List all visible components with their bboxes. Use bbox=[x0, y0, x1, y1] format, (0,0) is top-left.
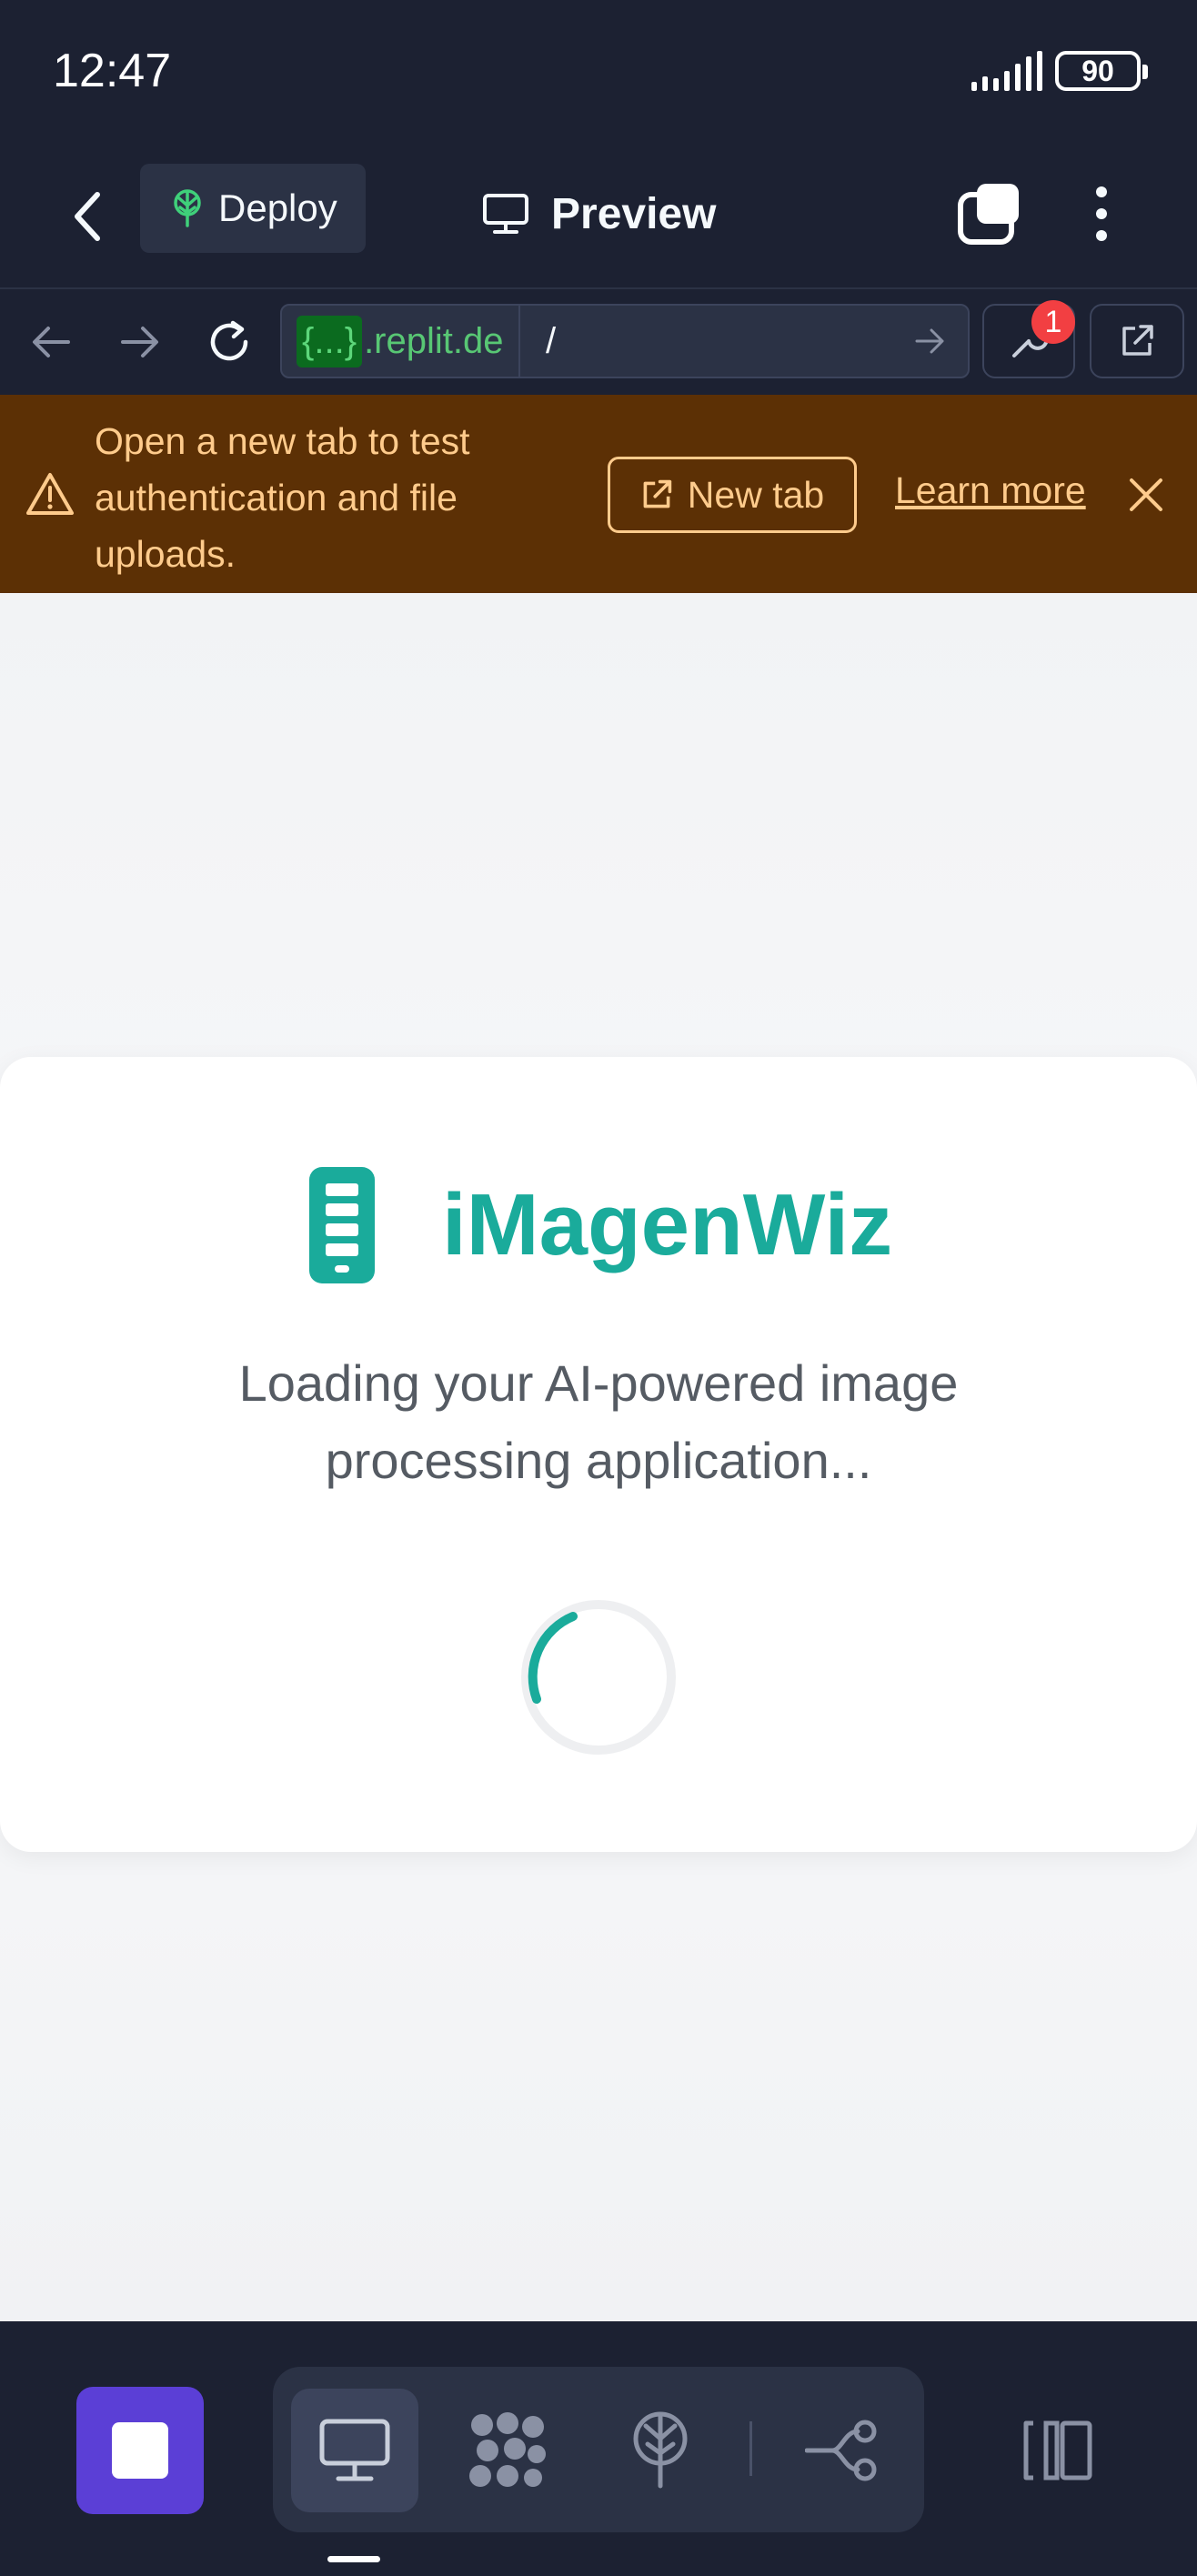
panel-toggle-button[interactable] bbox=[1002, 2387, 1112, 2514]
external-link-icon bbox=[1122, 325, 1153, 356]
git-branch-icon bbox=[805, 2420, 877, 2481]
deploy-button[interactable]: Deploy bbox=[140, 164, 366, 253]
loading-message: Loading your AI-powered image processing… bbox=[238, 1354, 959, 1489]
packages-icon bbox=[469, 2412, 546, 2487]
close-icon[interactable] bbox=[1126, 475, 1166, 515]
banner-message: Open a new tab to test authentication an… bbox=[95, 420, 470, 575]
deploy-tree-icon bbox=[633, 2411, 688, 2489]
url-host-chip: {...} bbox=[297, 315, 363, 367]
status-bar: 12:47 90 bbox=[0, 0, 1197, 146]
signal-icon bbox=[971, 51, 1042, 91]
chevron-left-icon bbox=[75, 192, 100, 241]
bottom-toolbar bbox=[0, 2321, 1197, 2576]
more-vertical-icon bbox=[1096, 186, 1107, 241]
workspace-header: Deploy Preview bbox=[0, 146, 1197, 289]
arrow-right-icon bbox=[121, 327, 158, 357]
nav-back-button[interactable] bbox=[24, 315, 78, 369]
battery-indicator: 90 bbox=[1055, 51, 1148, 91]
tab-preview[interactable] bbox=[291, 2389, 418, 2512]
arrow-right-icon[interactable] bbox=[911, 322, 950, 360]
tab-deployments[interactable] bbox=[597, 2389, 724, 2512]
preview-viewport: iMagenWiz Loading your AI-powered image … bbox=[0, 593, 1197, 2321]
page-title-text: Preview bbox=[551, 189, 717, 238]
reload-button[interactable] bbox=[202, 315, 256, 369]
learn-more-link[interactable]: Learn more bbox=[895, 469, 1086, 512]
deploy-label: Deploy bbox=[218, 186, 337, 229]
tool-tabs bbox=[273, 2367, 924, 2532]
open-external-button[interactable] bbox=[1090, 304, 1184, 378]
new-tab-button[interactable]: New tab bbox=[608, 457, 857, 533]
stop-button[interactable] bbox=[76, 2387, 204, 2514]
layers-button[interactable] bbox=[953, 173, 1026, 255]
app-brand: iMagenWiz bbox=[309, 1164, 892, 1286]
url-host: {...} .replit.de bbox=[282, 306, 520, 377]
tab-packages[interactable] bbox=[444, 2389, 571, 2512]
url-host-text: .replit.de bbox=[364, 320, 504, 361]
app-name: iMagenWiz bbox=[442, 1176, 893, 1273]
stop-icon bbox=[112, 2422, 168, 2479]
home-indicator bbox=[327, 2556, 380, 2562]
monitor-icon bbox=[483, 194, 528, 234]
status-time: 12:47 bbox=[53, 45, 172, 97]
webview-url-bar: {...} .replit.de / bbox=[0, 289, 1197, 395]
new-tab-label: New tab bbox=[687, 473, 825, 516]
devtools-badge: 1 bbox=[1031, 300, 1075, 344]
tab-divider bbox=[749, 2421, 752, 2476]
more-options-button[interactable] bbox=[1071, 173, 1132, 255]
tab-git[interactable] bbox=[779, 2389, 906, 2512]
deploy-tree-icon bbox=[174, 189, 201, 227]
auth-warning-banner: Open a new tab to test authentication an… bbox=[0, 395, 1197, 593]
nav-forward-button[interactable] bbox=[113, 315, 167, 369]
page-title: Preview bbox=[482, 173, 716, 255]
reload-icon bbox=[210, 320, 248, 361]
phone-logo-icon bbox=[309, 1167, 375, 1283]
back-button[interactable] bbox=[56, 182, 120, 251]
warning-icon bbox=[26, 473, 74, 515]
arrow-left-icon bbox=[33, 327, 70, 357]
monitor-icon bbox=[319, 2419, 390, 2481]
loading-card: iMagenWiz Loading your AI-powered image … bbox=[0, 1057, 1197, 1852]
layers-icon bbox=[958, 184, 1019, 245]
url-path[interactable]: / bbox=[546, 306, 556, 377]
panel-icon bbox=[1023, 2420, 1092, 2480]
url-input[interactable]: {...} .replit.de / bbox=[280, 304, 970, 378]
loading-spinner bbox=[521, 1600, 676, 1755]
external-link-icon bbox=[643, 479, 671, 508]
